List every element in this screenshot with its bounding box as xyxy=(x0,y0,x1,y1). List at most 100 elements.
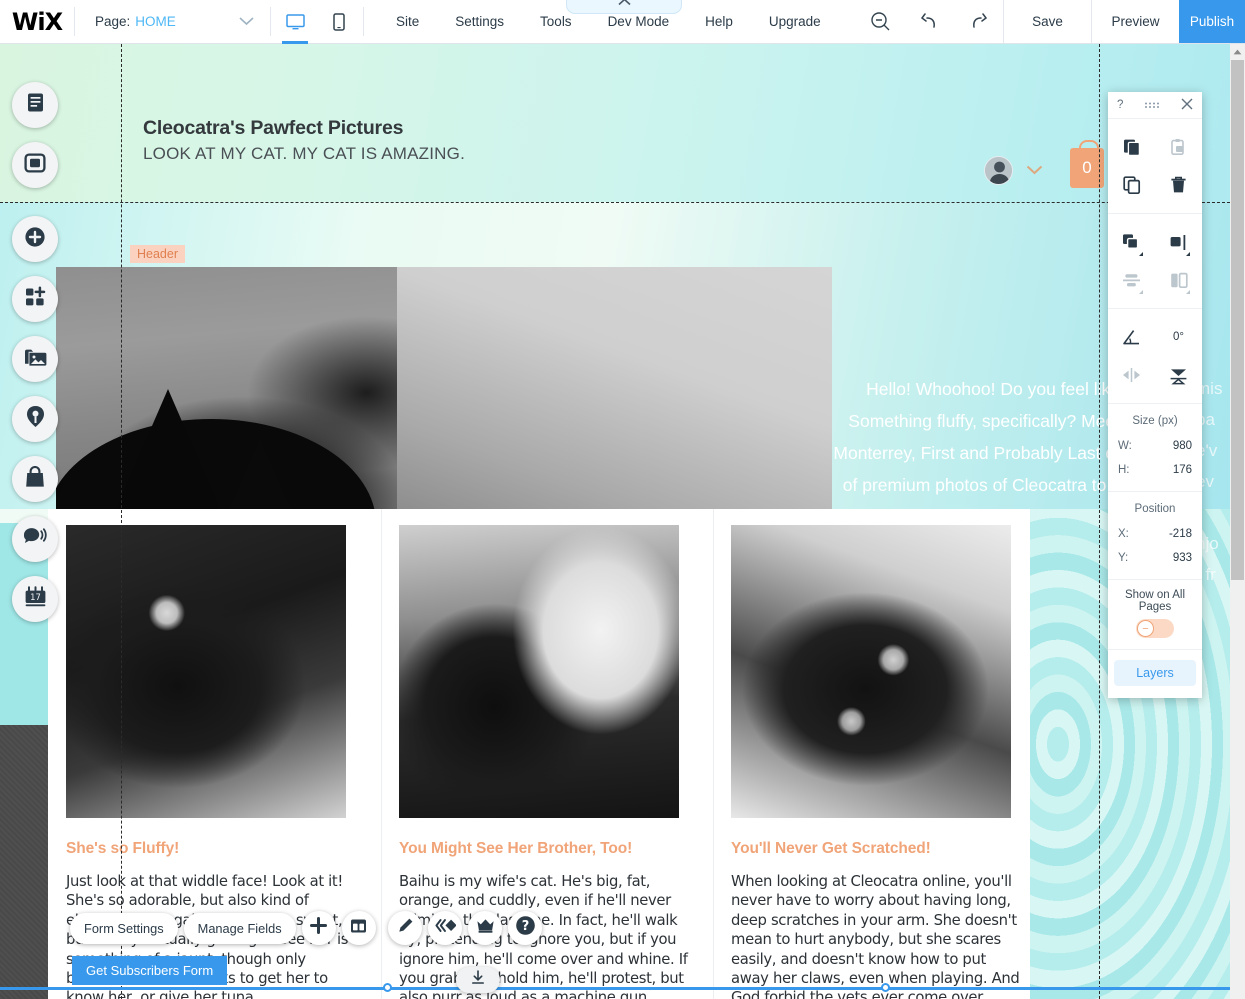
svg-text:?: ? xyxy=(521,919,529,934)
position-y-key: Y: xyxy=(1118,552,1129,564)
align-button[interactable] xyxy=(1155,223,1202,261)
panel-layers-section: Layers xyxy=(1108,649,1202,698)
collapse-toolbar-button[interactable] xyxy=(566,0,682,14)
question-mark-icon[interactable]: ? xyxy=(1117,99,1123,111)
drag-grip-icon[interactable] xyxy=(1144,101,1160,109)
sidebar-item-add[interactable] xyxy=(12,216,58,262)
position-x-field[interactable]: X: -218 xyxy=(1108,522,1202,546)
selection-handle-top-center[interactable] xyxy=(383,983,392,992)
add-element-button[interactable] xyxy=(301,911,336,945)
rotation-value[interactable]: 0° xyxy=(1155,318,1202,356)
page-selector[interactable]: Page: HOME xyxy=(75,0,270,43)
menu-item-settings[interactable]: Settings xyxy=(437,0,522,44)
size-label: Size (px) xyxy=(1132,415,1178,427)
save-button[interactable]: Save xyxy=(1003,0,1091,43)
card-2-heading: You Might See Her Brother, Too! xyxy=(399,840,633,857)
manage-fields-button[interactable]: Manage Fields xyxy=(183,912,296,944)
site-title: Cleocatra's Pawfect Pictures xyxy=(143,117,404,139)
flip-vertical-button[interactable] xyxy=(1155,356,1202,394)
paste-button[interactable] xyxy=(1155,128,1202,166)
sidebar-item-my-uploads[interactable] xyxy=(12,336,58,382)
height-field[interactable]: H: 176 xyxy=(1108,458,1202,482)
element-properties-panel[interactable]: ? 0° Size (px) W: 980 H: 176 Position X:… xyxy=(1108,92,1202,698)
match-size-button[interactable] xyxy=(1155,261,1202,299)
site-header-section[interactable]: Cleocatra's Pawfect Pictures LOOK AT MY … xyxy=(0,44,1230,202)
hero-text[interactable]: Hello! Whoohoo! Do you feel like Somethi… xyxy=(560,374,1120,501)
height-key: H: xyxy=(1118,464,1130,476)
flip-horizontal-button[interactable] xyxy=(1108,356,1155,394)
chat-bubble-icon xyxy=(23,527,47,551)
help-button[interactable]: ? xyxy=(508,911,542,945)
sidebar-item-menus-pages[interactable] xyxy=(12,82,58,128)
plus-icon xyxy=(310,917,328,939)
apps-grid-plus-icon xyxy=(24,286,46,313)
position-label: Position xyxy=(1134,503,1176,515)
mobile-icon[interactable] xyxy=(324,0,354,44)
menu-item-upgrade[interactable]: Upgrade xyxy=(751,0,839,44)
form-settings-button[interactable]: Form Settings xyxy=(70,912,178,944)
toggle-knob: − xyxy=(1137,620,1154,637)
undo-icon[interactable] xyxy=(905,0,954,43)
layers-button[interactable]: Layers xyxy=(1114,660,1196,686)
distribute-button[interactable] xyxy=(1108,261,1155,299)
card-1-heading: She's so Fluffy! xyxy=(66,840,180,857)
design-button[interactable] xyxy=(388,911,422,945)
delete-button[interactable] xyxy=(1155,166,1202,204)
scroll-down-button[interactable] xyxy=(456,967,500,993)
zoom-out-icon[interactable] xyxy=(856,0,905,43)
arrow-down-icon xyxy=(471,970,485,990)
wix-logo[interactable]: WiX xyxy=(0,0,74,43)
sidebar-item-chat[interactable] xyxy=(12,516,58,562)
rotate-angle-icon[interactable] xyxy=(1108,318,1155,356)
width-key: W: xyxy=(1118,440,1132,452)
form-toolbar-left: Form Settings Manage Fields xyxy=(70,911,376,945)
crown-icon xyxy=(476,918,495,939)
sidebar-item-blog[interactable] xyxy=(12,396,58,442)
sidebar-item-store[interactable] xyxy=(12,456,58,502)
menu-item-site[interactable]: Site xyxy=(378,0,437,44)
upgrade-button[interactable] xyxy=(468,911,502,945)
card-1-image[interactable] xyxy=(66,525,346,818)
selection-handle-top-right[interactable] xyxy=(881,983,890,992)
sidebar-item-add-apps[interactable] xyxy=(12,276,58,322)
publish-button[interactable]: Publish xyxy=(1179,0,1245,43)
change-layout-button[interactable] xyxy=(341,911,376,945)
layout-icon xyxy=(350,918,367,939)
card-3[interactable]: You'll Never Get Scratched! When looking… xyxy=(731,509,1027,999)
divider xyxy=(713,509,714,999)
desktop-icon[interactable] xyxy=(280,0,310,44)
selection-line-top xyxy=(0,987,1230,990)
plus-circle-icon xyxy=(23,225,47,254)
width-field[interactable]: W: 980 xyxy=(1108,434,1202,458)
animation-button[interactable] xyxy=(428,911,462,945)
arrange-order-button[interactable] xyxy=(1108,223,1155,261)
panel-rotate-actions: 0° xyxy=(1108,308,1202,403)
avatar[interactable] xyxy=(984,156,1013,185)
position-y-field[interactable]: Y: 933 xyxy=(1108,546,1202,570)
editor-stage[interactable]: Cleocatra's Pawfect Pictures LOOK AT MY … xyxy=(0,44,1230,999)
site-subtitle: LOOK AT MY CAT. MY CAT IS AMAZING. xyxy=(143,144,466,163)
position-x-value: -218 xyxy=(1168,528,1192,540)
menu-item-help[interactable]: Help xyxy=(687,0,751,44)
card-3-image[interactable] xyxy=(731,525,1011,818)
close-icon[interactable] xyxy=(1181,98,1193,113)
vertical-scrollbar[interactable] xyxy=(1230,44,1245,999)
redo-icon[interactable] xyxy=(954,0,1003,43)
chevron-up-icon xyxy=(617,0,631,11)
guide-vertical-right xyxy=(1099,44,1100,999)
show-on-all-pages-toggle[interactable]: − xyxy=(1136,619,1174,638)
preview-button[interactable]: Preview xyxy=(1091,0,1179,43)
duplicate-button[interactable] xyxy=(1108,166,1155,204)
sidebar-item-bookings[interactable]: 17 xyxy=(12,576,58,622)
header-section-label: Header xyxy=(130,245,185,263)
scroll-up-arrow-icon[interactable] xyxy=(1230,44,1245,60)
scrollbar-thumb[interactable] xyxy=(1231,60,1244,580)
panel-position-section: Position X: -218 Y: 933 xyxy=(1108,491,1202,579)
sidebar-item-background[interactable] xyxy=(12,142,58,188)
panel-arrange-actions xyxy=(1108,213,1202,308)
member-menu-chevron-down-icon[interactable] xyxy=(1026,162,1043,180)
card-2-image[interactable] xyxy=(399,525,679,818)
copy-button[interactable] xyxy=(1108,128,1155,166)
get-subscribers-form-button[interactable]: Get Subscribers Form xyxy=(72,956,228,985)
